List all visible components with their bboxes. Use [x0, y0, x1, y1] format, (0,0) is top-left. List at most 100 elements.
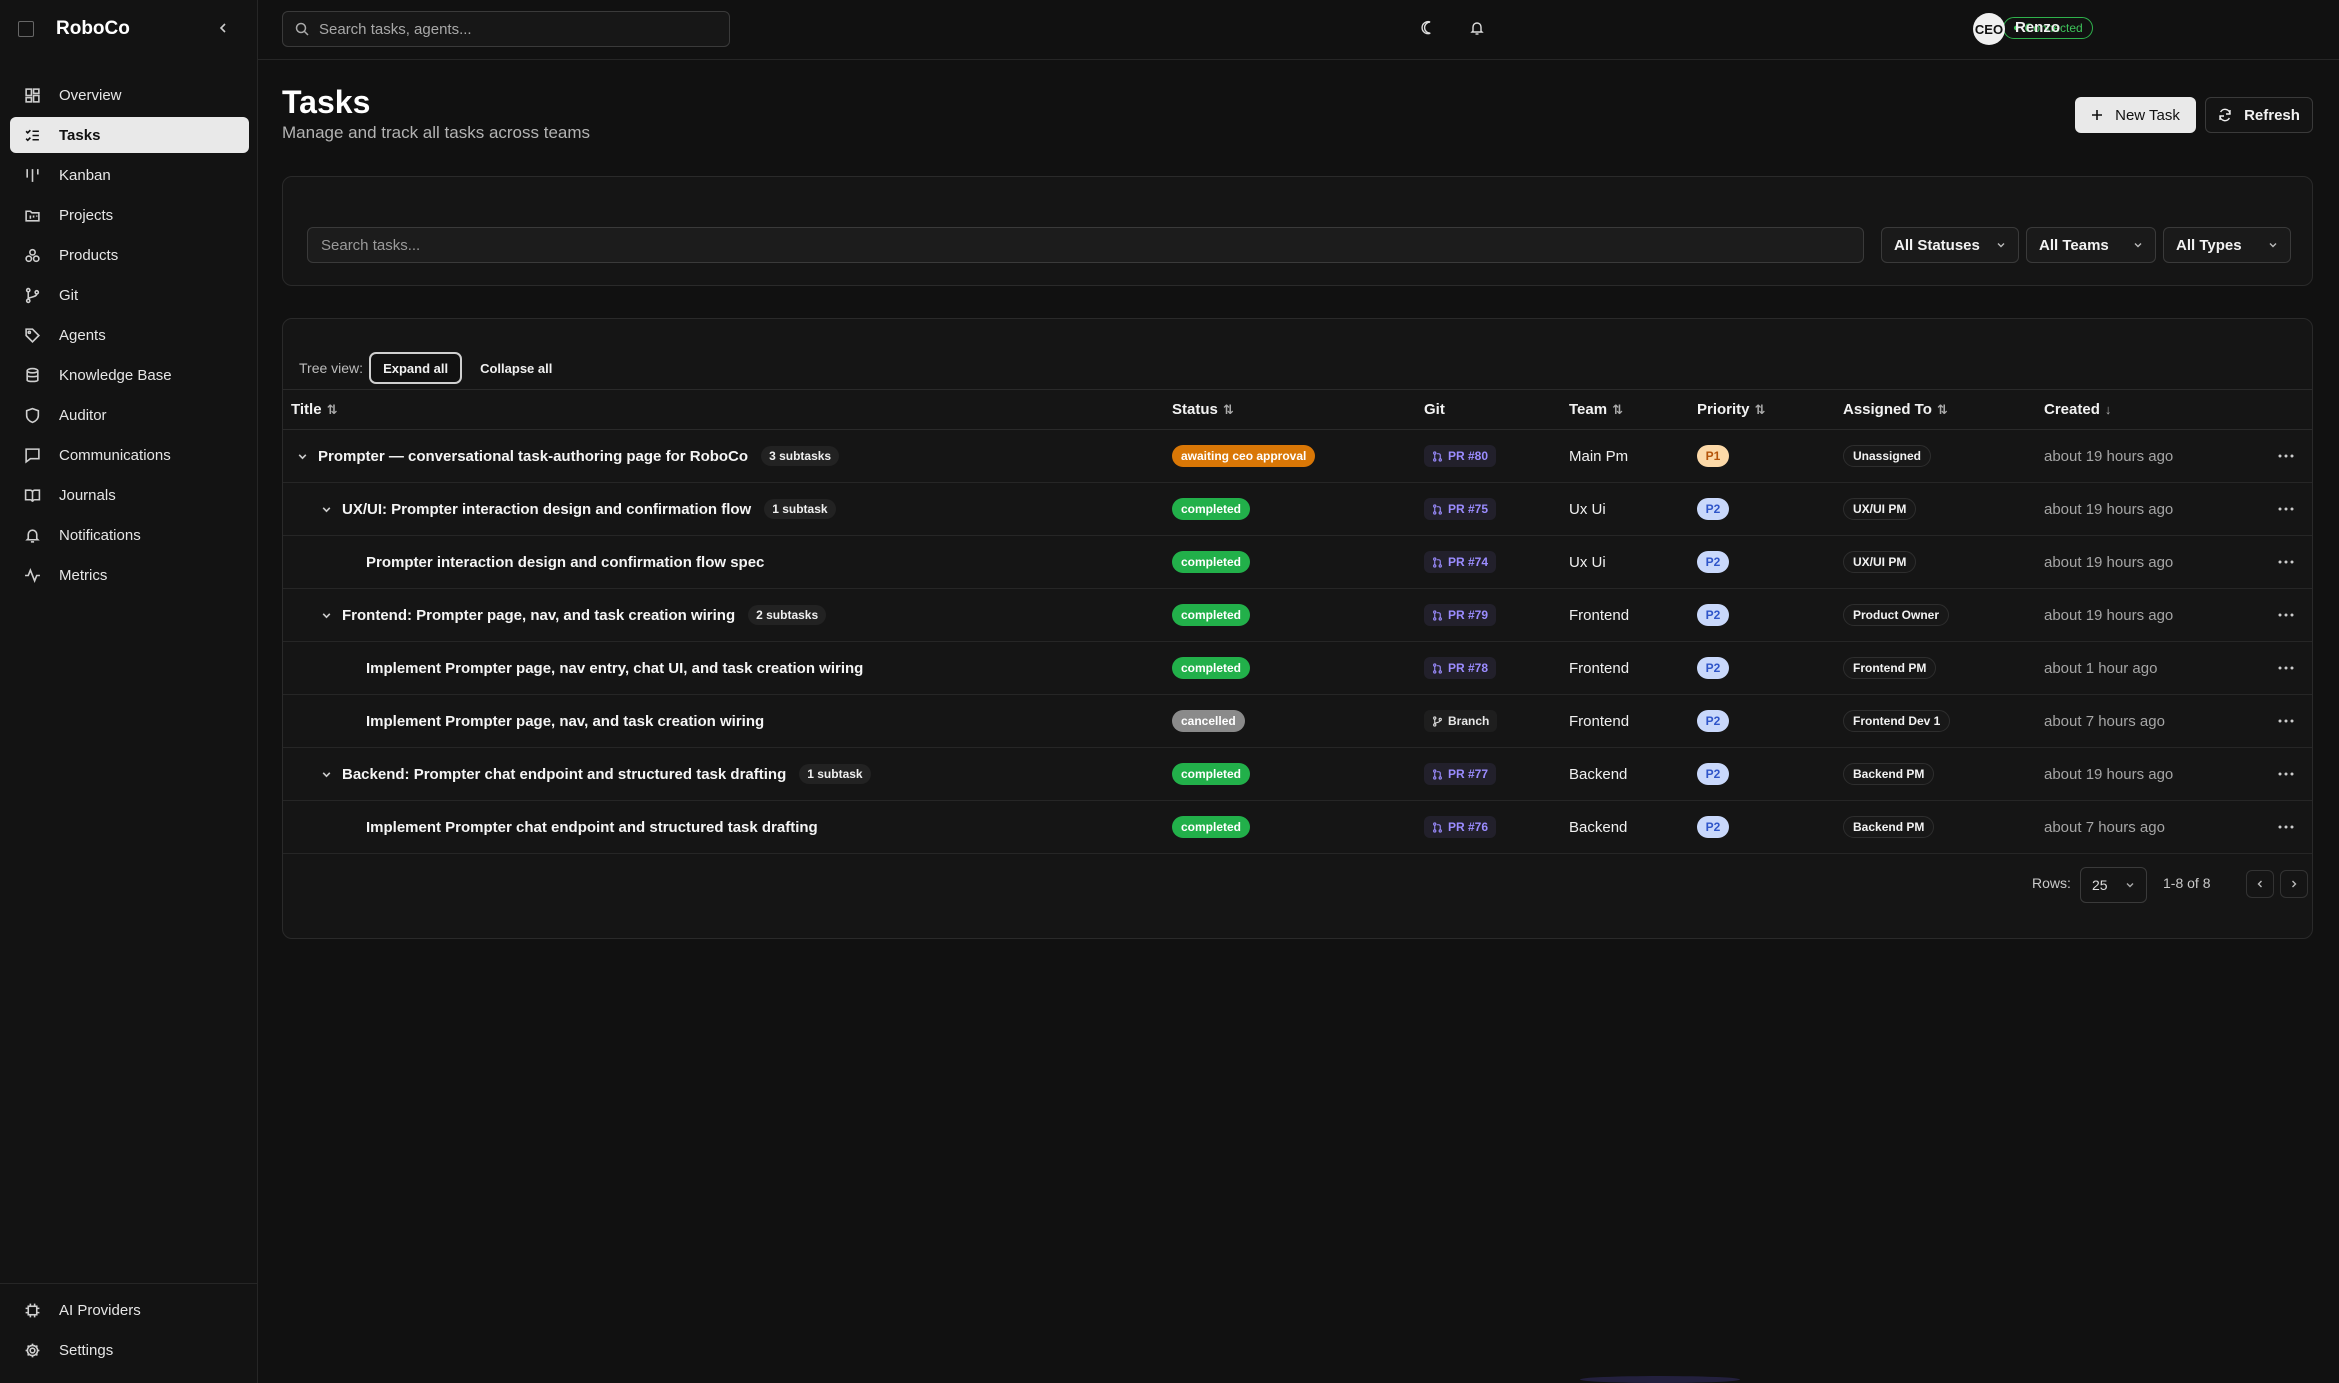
- git-link[interactable]: PR #74: [1424, 551, 1497, 573]
- theme-toggle-button[interactable]: [1417, 16, 1441, 40]
- kanban-icon-wrap: [23, 166, 41, 184]
- column-git-label: Git: [1424, 401, 1445, 418]
- sidebar-item-journals[interactable]: Journals: [10, 477, 249, 513]
- row-actions-button[interactable]: [2278, 642, 2294, 694]
- column-priority-label: Priority: [1697, 401, 1750, 418]
- row-actions-button[interactable]: [2278, 536, 2294, 588]
- task-title[interactable]: Implement Prompter page, nav, and task c…: [366, 713, 764, 730]
- task-title[interactable]: Frontend: Prompter page, nav, and task c…: [342, 607, 735, 624]
- sidebar-item-tasks[interactable]: Tasks: [10, 117, 249, 153]
- team-filter-select[interactable]: All Teams: [2026, 227, 2156, 263]
- task-title[interactable]: Prompter — conversational task-authoring…: [318, 448, 748, 465]
- task-title[interactable]: Implement Prompter chat endpoint and str…: [366, 819, 818, 836]
- sidebar-item-auditor[interactable]: Auditor: [10, 397, 249, 433]
- rows-per-page-select[interactable]: 25: [2080, 867, 2147, 903]
- task-title-cell[interactable]: Implement Prompter chat endpoint and str…: [343, 801, 818, 853]
- sidebar-item-notifications[interactable]: Notifications: [10, 517, 249, 553]
- column-priority[interactable]: Priority ⇅: [1697, 401, 1765, 418]
- table-row[interactable]: Backend: Prompter chat endpoint and stru…: [283, 748, 2312, 801]
- rows-per-page-label: Rows:: [2032, 875, 2071, 891]
- sidebar-item-knowledge-base[interactable]: Knowledge Base: [10, 357, 249, 393]
- column-status[interactable]: Status ⇅: [1172, 401, 1234, 418]
- brand[interactable]: RoboCo: [18, 14, 130, 44]
- table-row[interactable]: Frontend: Prompter page, nav, and task c…: [283, 589, 2312, 642]
- task-title-cell[interactable]: UX/UI: Prompter interaction design and c…: [319, 483, 836, 535]
- task-title[interactable]: UX/UI: Prompter interaction design and c…: [342, 501, 751, 518]
- status-filter-select[interactable]: All Statuses: [1881, 227, 2019, 263]
- sidebar-item-settings[interactable]: Settings: [10, 1332, 249, 1368]
- column-team[interactable]: Team ⇅: [1569, 401, 1623, 418]
- user-name[interactable]: Renzo: [2015, 19, 2060, 36]
- expand-toggle[interactable]: [295, 451, 309, 462]
- sidebar-item-metrics[interactable]: Metrics: [10, 557, 249, 593]
- global-search-input[interactable]: [319, 20, 709, 38]
- expand-toggle[interactable]: [319, 769, 333, 780]
- avatar[interactable]: CEO: [1973, 13, 2005, 45]
- table-row[interactable]: Implement Prompter page, nav, and task c…: [283, 695, 2312, 748]
- collapse-all-button[interactable]: Collapse all: [468, 352, 564, 384]
- git-link[interactable]: PR #79: [1424, 604, 1497, 626]
- sidebar-item-projects[interactable]: Projects: [10, 197, 249, 233]
- database-icon: [25, 367, 39, 382]
- row-actions-button[interactable]: [2278, 589, 2294, 641]
- kanban-icon: [25, 168, 39, 182]
- git-link[interactable]: PR #80: [1424, 445, 1497, 467]
- sidebar-item-communications[interactable]: Communications: [10, 437, 249, 473]
- column-assigned[interactable]: Assigned To ⇅: [1843, 401, 1948, 418]
- column-git: Git: [1424, 401, 1445, 418]
- git-link[interactable]: PR #77: [1424, 763, 1497, 785]
- next-page-button[interactable]: [2280, 870, 2308, 898]
- table-row[interactable]: Implement Prompter page, nav entry, chat…: [283, 642, 2312, 695]
- message-square-icon: [24, 447, 40, 463]
- sidebar-item-label: Tasks: [59, 126, 101, 144]
- task-title[interactable]: Prompter interaction design and confirma…: [366, 554, 764, 571]
- expand-toggle[interactable]: [319, 504, 333, 515]
- row-actions-button[interactable]: [2278, 748, 2294, 800]
- task-title-cell[interactable]: Implement Prompter page, nav entry, chat…: [343, 642, 863, 694]
- team-cell: Ux Ui: [1569, 553, 1606, 571]
- collapse-sidebar-button[interactable]: [212, 17, 234, 39]
- row-actions-button[interactable]: [2278, 801, 2294, 853]
- sidebar-item-ai-providers[interactable]: AI Providers: [10, 1292, 249, 1328]
- global-search[interactable]: [282, 11, 730, 47]
- sidebar-item-kanban[interactable]: Kanban: [10, 157, 249, 193]
- refresh-button[interactable]: Refresh: [2205, 97, 2313, 133]
- git-link[interactable]: Branch: [1424, 710, 1498, 732]
- expand-all-button[interactable]: Expand all: [369, 352, 463, 384]
- task-title-cell[interactable]: Frontend: Prompter page, nav, and task c…: [319, 589, 827, 641]
- column-title[interactable]: Title ⇅: [291, 401, 337, 418]
- table-row[interactable]: UX/UI: Prompter interaction design and c…: [283, 483, 2312, 536]
- search-icon: [295, 22, 309, 36]
- git-link[interactable]: PR #76: [1424, 816, 1497, 838]
- task-search-input[interactable]: [307, 227, 1864, 263]
- task-title-cell[interactable]: Prompter — conversational task-authoring…: [295, 430, 840, 482]
- row-actions-button[interactable]: [2278, 430, 2294, 482]
- git-label: PR #77: [1448, 767, 1489, 781]
- new-task-button[interactable]: New Task: [2075, 97, 2196, 133]
- table-row[interactable]: Implement Prompter chat endpoint and str…: [283, 801, 2312, 854]
- row-actions-button[interactable]: [2278, 695, 2294, 747]
- table-row[interactable]: Prompter — conversational task-authoring…: [283, 430, 2312, 483]
- task-title[interactable]: Implement Prompter page, nav entry, chat…: [366, 660, 863, 677]
- notifications-button[interactable]: [1465, 16, 1489, 40]
- priority-cell: P2: [1697, 695, 1729, 747]
- sidebar-item-overview[interactable]: Overview: [10, 77, 249, 113]
- previous-page-button[interactable]: [2246, 870, 2274, 898]
- sidebar-item-git[interactable]: Git: [10, 277, 249, 313]
- sidebar-item-label: Kanban: [59, 166, 111, 184]
- task-title-cell[interactable]: Prompter interaction design and confirma…: [343, 536, 764, 588]
- expand-toggle[interactable]: [319, 610, 333, 621]
- table-row[interactable]: Prompter interaction design and confirma…: [283, 536, 2312, 589]
- type-filter-select[interactable]: All Types: [2163, 227, 2291, 263]
- task-title[interactable]: Backend: Prompter chat endpoint and stru…: [342, 766, 786, 783]
- git-cell: PR #80: [1424, 430, 1497, 482]
- git-link[interactable]: PR #78: [1424, 657, 1497, 679]
- task-title-cell[interactable]: Implement Prompter page, nav, and task c…: [343, 695, 764, 747]
- sidebar-item-agents[interactable]: Agents: [10, 317, 249, 353]
- sidebar-item-products[interactable]: Products: [10, 237, 249, 273]
- more-horizontal-icon: [2278, 613, 2294, 617]
- git-link[interactable]: PR #75: [1424, 498, 1497, 520]
- row-actions-button[interactable]: [2278, 483, 2294, 535]
- task-title-cell[interactable]: Backend: Prompter chat endpoint and stru…: [319, 748, 871, 800]
- column-created[interactable]: Created ↓: [2044, 401, 2111, 418]
